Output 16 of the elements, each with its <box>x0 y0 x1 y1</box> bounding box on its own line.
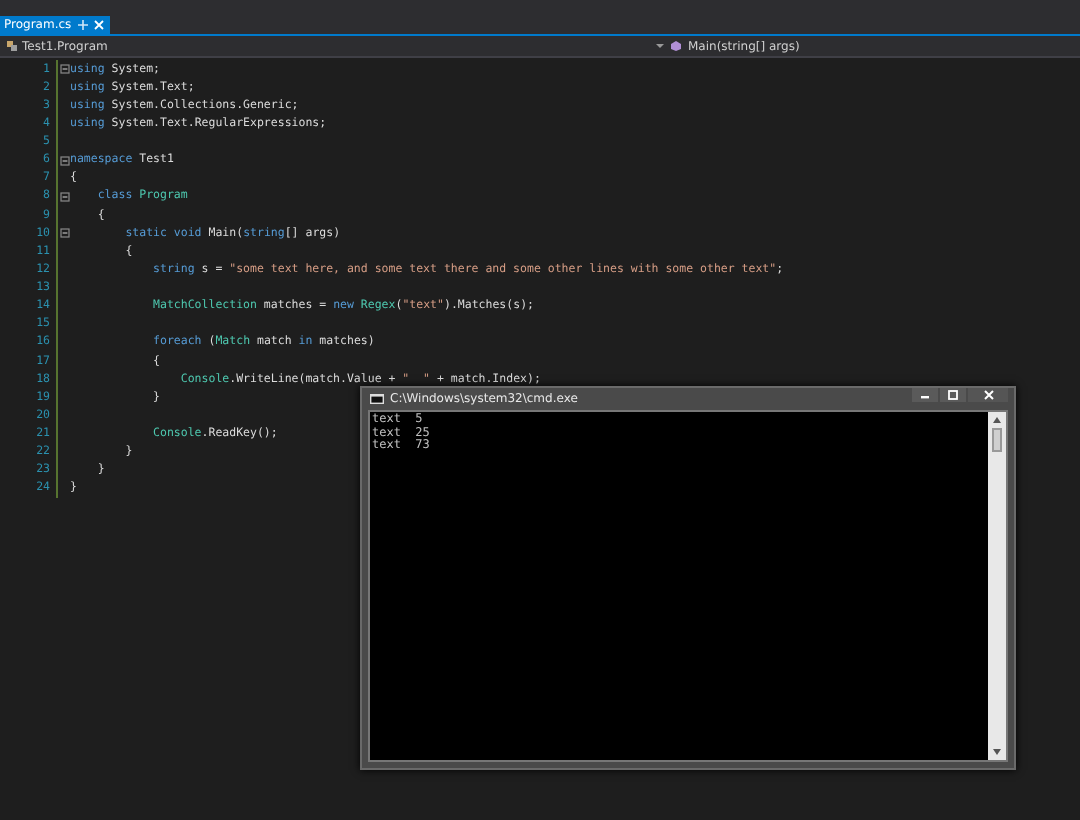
scroll-down-icon <box>992 748 1002 756</box>
scrollbar-thumb[interactable] <box>992 428 1002 452</box>
scroll-up-icon <box>992 416 1002 424</box>
console-icon <box>370 394 384 404</box>
maximize-icon <box>948 390 958 400</box>
pin-icon <box>77 20 88 30</box>
dropdown-caret-icon <box>656 42 664 50</box>
close-icon <box>93 20 104 30</box>
class-icon <box>6 40 18 52</box>
scrollbar[interactable] <box>988 412 1006 760</box>
method-icon <box>670 40 682 52</box>
minimize-button[interactable] <box>912 388 938 402</box>
minimize-icon <box>920 390 930 400</box>
close-button[interactable] <box>968 388 1008 402</box>
close-icon <box>983 390 993 400</box>
maximize-button[interactable] <box>940 388 966 402</box>
